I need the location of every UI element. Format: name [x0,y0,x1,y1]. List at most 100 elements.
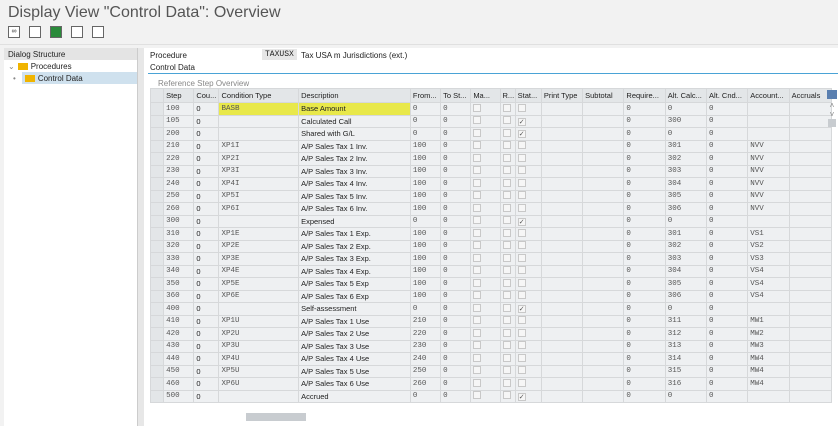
checkbox[interactable] [517,366,526,375]
cell-subtotal[interactable] [582,302,625,316]
cell-alt-calc[interactable]: 0 [664,389,708,403]
column-settings-icon[interactable] [827,90,837,99]
cell-subtotal[interactable] [582,214,625,228]
select-all-icon[interactable] [29,26,41,38]
cell-r[interactable] [499,377,516,391]
cell-subtotal[interactable] [582,289,625,303]
cell-alt-cnd[interactable]: 0 [705,339,749,353]
cell-account[interactable]: NVV [747,177,790,191]
cell-r[interactable] [499,139,516,153]
checkbox[interactable] [502,178,511,187]
cell-require[interactable]: 0 [623,289,666,303]
column-header[interactable]: Cou... [193,88,220,103]
cell-to-st[interactable]: 0 [440,364,472,378]
cell-condition-type[interactable]: BASB [218,102,300,116]
table-row[interactable]: 240 0 XP4I A/P Sales Tax 4 Inv. 100 0 0 304 0 NVV [149,177,833,191]
cell-account[interactable] [747,114,790,128]
cell-description[interactable]: Accrued [298,389,411,403]
cell-r[interactable] [499,389,516,403]
checkbox[interactable] [517,316,526,325]
cell-to-st[interactable]: 0 [440,152,472,166]
cell-subtotal[interactable] [582,327,625,341]
cell-account[interactable] [747,302,790,316]
cell-condition-type[interactable]: XP5I [218,189,300,203]
cell-stat[interactable] [514,377,542,391]
cell-step[interactable]: 100 [163,102,195,116]
column-header[interactable]: Step [163,88,195,103]
row-selector[interactable] [149,252,165,266]
cell-r[interactable] [499,189,516,203]
cell-from[interactable]: 0 [409,114,442,128]
cell-alt-cnd[interactable]: 0 [705,252,749,266]
cell-condition-type[interactable]: XP5E [218,277,300,291]
cell-subtotal[interactable] [582,339,625,353]
cell-account[interactable]: MW3 [747,339,790,353]
cell-r[interactable] [499,289,516,303]
cell-account[interactable]: VS2 [747,239,790,253]
cell-print-type[interactable] [540,102,584,116]
cell-cou[interactable]: 0 [193,377,220,391]
cell-subtotal[interactable] [582,227,625,241]
cell-ma[interactable] [470,164,501,178]
cell-alt-cnd[interactable]: 0 [705,152,749,166]
cell-description[interactable]: A/P Sales Tax 3 Inv. [298,164,411,178]
cell-require[interactable]: 0 [623,339,666,353]
scroll-down-icon[interactable]: ˅ [826,110,838,119]
scroll-up-icon[interactable]: ˄ [826,101,838,110]
cell-subtotal[interactable] [582,202,625,216]
cell-ma[interactable] [470,114,501,128]
row-selector[interactable] [149,352,165,366]
checkbox[interactable] [517,253,526,262]
row-selector[interactable] [149,164,165,178]
cell-ma[interactable] [470,214,501,228]
cell-step[interactable]: 200 [163,127,195,141]
cell-print-type[interactable] [540,227,584,241]
checkbox[interactable] [502,391,511,400]
cell-description[interactable]: Calculated Call [298,114,411,128]
cell-cou[interactable]: 0 [193,314,220,328]
procedure-field[interactable]: TAXUSX [262,49,297,60]
cell-description[interactable]: Shared with G/L [298,127,411,141]
cell-alt-cnd[interactable]: 0 [705,302,749,316]
table-row[interactable]: 200 0 Shared with G/L 0 0 ✓ 0 0 0 [149,127,833,141]
cell-stat[interactable] [514,152,542,166]
cell-condition-type[interactable]: XP2I [218,152,300,166]
row-selector[interactable] [149,189,165,203]
cell-cou[interactable]: 0 [193,239,220,253]
cell-description[interactable]: A/P Sales Tax 1 Exp. [298,227,411,241]
table-row[interactable]: 260 0 XP6I A/P Sales Tax 6 Inv. 100 0 0 306 0 NVV [149,202,833,216]
table-row[interactable]: 250 0 XP5I A/P Sales Tax 5 Inv. 100 0 0 305 0 NVV [149,189,833,203]
cell-to-st[interactable]: 0 [440,239,472,253]
column-header[interactable]: R... [499,88,516,103]
row-selector[interactable] [149,339,165,353]
cell-cou[interactable]: 0 [193,364,220,378]
cell-to-st[interactable]: 0 [440,389,472,403]
column-header[interactable]: From... [409,88,442,103]
cell-from[interactable]: 100 [409,239,442,253]
cell-subtotal[interactable] [582,164,625,178]
checkbox[interactable] [502,253,511,262]
cell-subtotal[interactable] [582,239,625,253]
table-row[interactable]: 320 0 XP2E A/P Sales Tax 2 Exp. 100 0 0 302 0 VS2 [149,239,833,253]
cell-account[interactable]: MW4 [747,377,790,391]
cell-ma[interactable] [470,289,501,303]
cell-description[interactable]: A/P Sales Tax 6 Use [298,377,411,391]
cell-alt-cnd[interactable]: 0 [705,364,749,378]
cell-account[interactable]: NVV [747,164,790,178]
cell-r[interactable] [499,314,516,328]
cell-step[interactable]: 420 [163,327,195,341]
cell-alt-cnd[interactable]: 0 [705,102,749,116]
cell-r[interactable] [499,214,516,228]
cell-stat[interactable]: ✓ [514,127,542,141]
cell-condition-type[interactable]: XP1E [218,227,300,241]
cell-require[interactable]: 0 [623,352,666,366]
cell-condition-type[interactable]: XP5U [218,364,300,378]
tree-item-procedures[interactable]: ⌄ Procedures [4,60,137,72]
cell-r[interactable] [499,264,516,278]
row-selector[interactable] [149,114,165,128]
cell-print-type[interactable] [540,114,584,128]
cell-require[interactable]: 0 [623,277,666,291]
table-row[interactable]: 400 0 Self-assessment 0 0 ✓ 0 0 0 [149,302,833,316]
cell-r[interactable] [499,177,516,191]
checkbox[interactable] [473,116,482,125]
